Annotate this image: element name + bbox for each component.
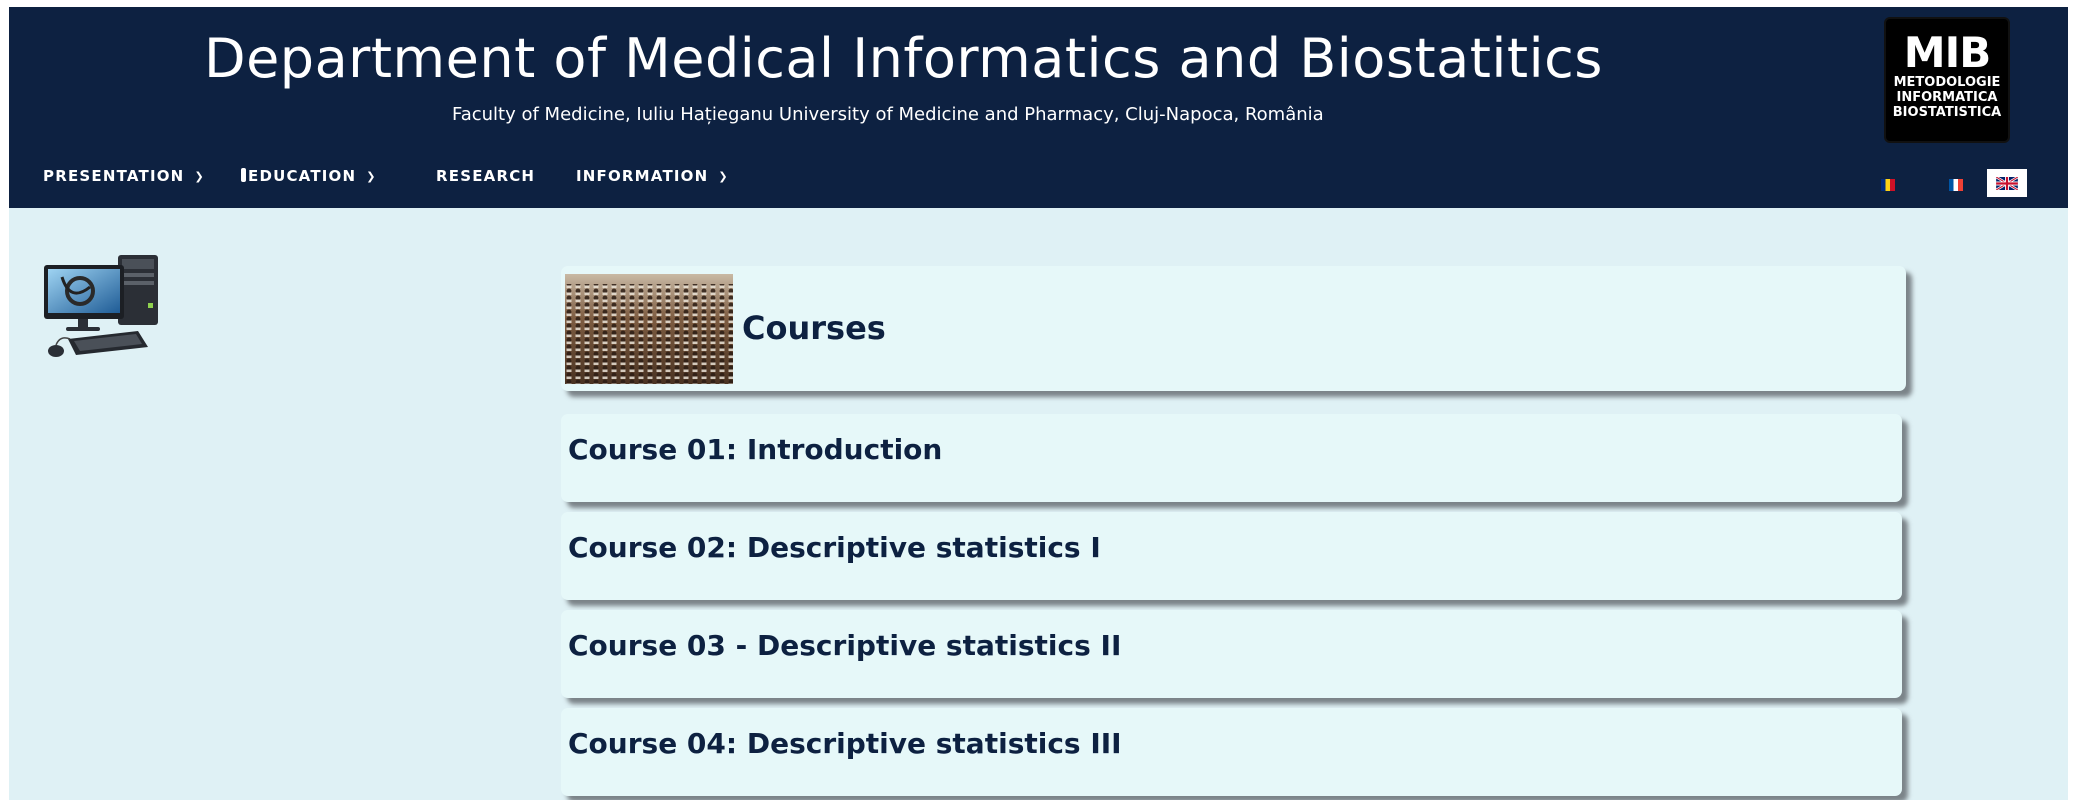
nav-item-label: EDUCATION [248, 167, 357, 185]
logo-line: INFORMATICA [1896, 90, 1998, 105]
course-item[interactable]: Course 01: Introduction [561, 414, 1902, 502]
uk-flag-icon [1996, 177, 2018, 190]
lecture-hall-image [565, 274, 733, 384]
course-item[interactable]: Course 04: Descriptive statistics III [561, 708, 1902, 796]
page-title: Courses [742, 309, 886, 347]
nav-item-information[interactable]: INFORMATION ❯ [576, 157, 729, 195]
course-item[interactable]: Course 03 - Descriptive statistics II [561, 610, 1902, 698]
mib-logo[interactable]: MIB METODOLOGIE INFORMATICA BIOSTATISTIC… [1884, 17, 2010, 143]
logo-mark: MIB [1903, 28, 1991, 77]
site-title: Department of Medical Informatics and Bi… [204, 27, 1603, 90]
nav-item-presentation[interactable]: PRESENTATION ❯ [43, 157, 205, 195]
language-en-button[interactable] [1987, 169, 2027, 197]
courses-header-card: Courses [561, 266, 1906, 391]
nav-item-label: PRESENTATION [43, 167, 185, 185]
logo-line: BIOSTATISTICA [1892, 105, 2002, 120]
course-title: Course 02: Descriptive statistics I [568, 531, 1101, 564]
chevron-down-icon: ❯ [366, 170, 377, 183]
nav-item-label: INFORMATION [576, 167, 709, 185]
chevron-down-icon: ❯ [718, 170, 729, 183]
france-flag-icon[interactable] [1949, 179, 1963, 191]
chevron-down-icon: ❯ [194, 170, 205, 183]
computer-stethoscope-icon [44, 255, 158, 357]
romania-flag-icon[interactable] [1881, 179, 1895, 191]
main-nav: PRESENTATION ❯ EDUCATION ❯ RESEARCH INFORM… [9, 157, 909, 195]
nav-item-label: RESEARCH [436, 167, 536, 185]
nav-item-education[interactable]: EDUCATION ❯ [241, 157, 377, 195]
site-header: Department of Medical Informatics and Bi… [9, 7, 2068, 208]
nav-item-research[interactable]: RESEARCH [436, 157, 535, 195]
menu-marker-icon [241, 168, 246, 182]
course-item[interactable]: Course 02: Descriptive statistics I [561, 512, 1902, 600]
site-subtitle: Faculty of Medicine, Iuliu Hațieganu Uni… [452, 104, 1324, 125]
course-title: Course 01: Introduction [568, 433, 943, 466]
logo-line: METODOLOGIE [1893, 75, 2001, 90]
course-title: Course 03 - Descriptive statistics II [568, 629, 1122, 662]
page-frame: Department of Medical Informatics and Bi… [9, 7, 2068, 800]
logo-text: METODOLOGIE INFORMATICA BIOSTATISTICA [1886, 75, 2008, 120]
course-title: Course 04: Descriptive statistics III [568, 727, 1122, 760]
